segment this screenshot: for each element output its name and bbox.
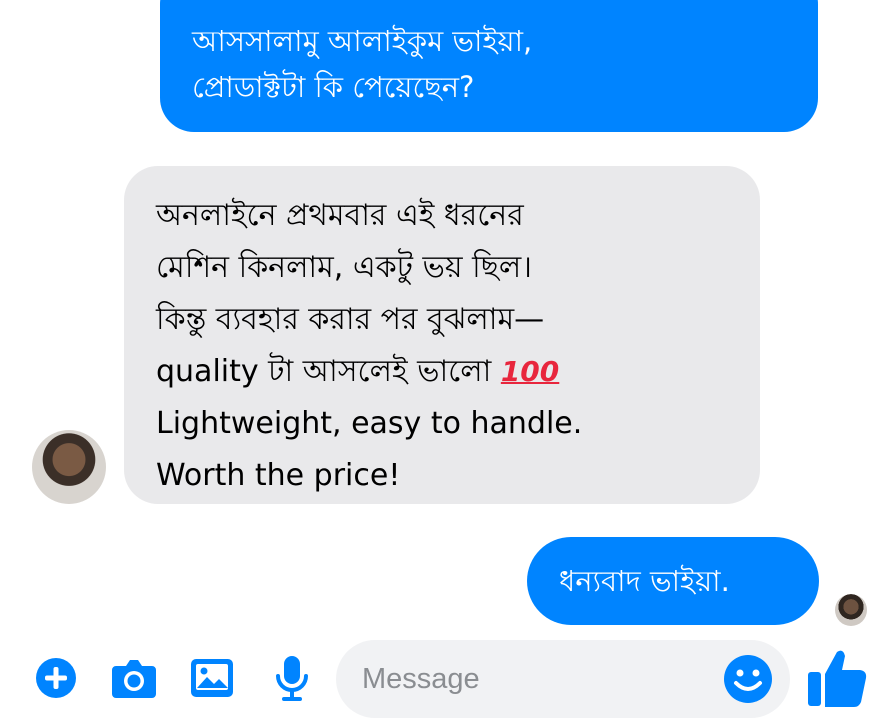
smiley-icon[interactable] [722,653,774,705]
message-text-with-emoji: quality টা আসলেই ভালো 100 [156,346,740,398]
camera-icon[interactable] [108,652,160,704]
message-text: অনলাইনে প্রথমবার এই ধরনের [156,198,524,233]
message-text: কিন্তু ব্যবহার করার পর বুঝলাম— [156,302,545,337]
outgoing-message-bubble[interactable]: আসসালামু আলাইকুম ভাইয়া, প্রোডাক্টটা কি … [160,0,818,132]
hundred-points-emoji-icon: 100 [500,355,560,388]
image-icon[interactable] [186,652,238,704]
message-text: Worth the price! [156,458,401,493]
message-text: মেশিন কিনলাম, একটু ভয় ছিল। [156,250,532,285]
message-text: আসসালামু আলাইকুম ভাইয়া, [192,24,533,58]
message-text: প্রোডাক্টটা কি পেয়েছেন? [192,70,475,104]
incoming-message-bubble[interactable]: অনলাইনে প্রথমবার এই ধরনের মেশিন কিনলাম, … [124,166,760,504]
message-placeholder: Message [362,662,480,695]
message-input[interactable]: Message [336,640,790,718]
contact-avatar[interactable] [32,430,106,504]
outgoing-message-bubble[interactable]: ধন্যবাদ ভাইয়া. [527,537,819,625]
thumbs-up-icon[interactable] [804,644,870,710]
message-text: Lightweight, easy to handle. [156,406,583,441]
read-receipt-avatar [835,594,867,626]
message-text: ধন্যবাদ ভাইয়া. [559,564,730,598]
mic-icon[interactable] [266,652,318,704]
plus-icon[interactable] [30,652,82,704]
message-text: quality টা আসলেই ভালো [156,354,492,389]
